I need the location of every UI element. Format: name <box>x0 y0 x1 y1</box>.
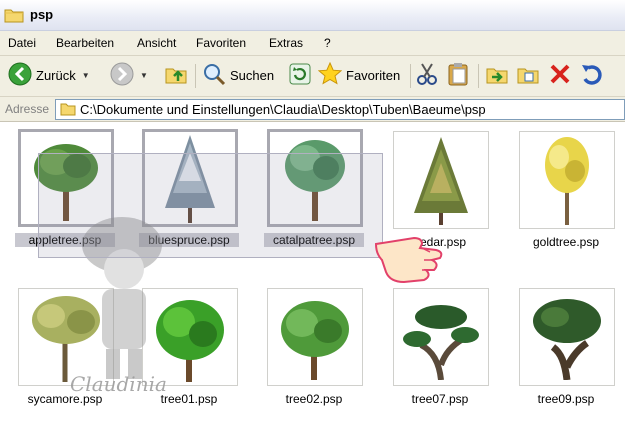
menu-favoriten[interactable]: Favoriten <box>196 36 246 50</box>
undo-icon <box>580 62 604 89</box>
paste-button[interactable] <box>447 60 469 90</box>
menu-ansicht[interactable]: Ansicht <box>137 36 176 50</box>
up-folder-icon <box>164 62 188 89</box>
undo-button[interactable] <box>580 60 604 90</box>
up-folder-button[interactable] <box>164 60 188 90</box>
chevron-down-icon[interactable]: ▼ <box>140 71 148 80</box>
menu-datei[interactable]: Datei <box>8 36 36 50</box>
delete-x-icon <box>549 63 571 88</box>
chevron-down-icon[interactable]: ▼ <box>82 71 90 80</box>
search-icon <box>202 62 226 89</box>
move-to-folder-icon <box>485 62 509 89</box>
move-to-button[interactable] <box>485 60 509 90</box>
folder-icon <box>60 102 76 119</box>
file-name: tree09.psp <box>537 392 595 406</box>
menu-bar: Datei Bearbeiten Ansicht Favoriten Extra… <box>0 31 625 56</box>
copy-to-folder-icon <box>516 62 540 89</box>
file-name: tree02.psp <box>285 392 343 406</box>
address-input[interactable]: C:\Dokumente und Einstellungen\Claudia\D… <box>55 99 625 120</box>
address-bar: Adresse C:\Dokumente und Einstellungen\C… <box>0 97 625 122</box>
folder-icon <box>4 7 24 26</box>
window-title: psp <box>30 7 54 22</box>
toolbar-separator <box>478 64 479 88</box>
thumbnail-image <box>519 288 615 386</box>
thumbnail-image <box>393 131 489 229</box>
cut-button[interactable] <box>416 60 438 90</box>
scissors-icon <box>416 62 438 89</box>
file-name: tree07.psp <box>411 392 469 406</box>
toolbar: Zurück ▼ ▼ Suchen Favoriten <box>0 56 625 97</box>
back-arrow-icon <box>8 62 32 89</box>
selection-rectangle <box>38 153 383 258</box>
back-label: Zurück <box>36 67 76 83</box>
menu-help[interactable]: ? <box>324 36 331 50</box>
search-button[interactable]: Suchen <box>202 60 274 90</box>
star-icon <box>317 61 343 89</box>
address-path: C:\Dokumente und Einstellungen\Claudia\D… <box>80 102 486 117</box>
address-label: Adresse <box>5 102 50 116</box>
thumbnail-image <box>393 288 489 386</box>
toolbar-separator <box>410 64 411 88</box>
refresh-button[interactable] <box>289 60 311 90</box>
watermark-text: Claudinia <box>70 372 167 396</box>
pointing-hand-icon <box>370 226 450 289</box>
delete-button[interactable] <box>549 60 571 90</box>
favorites-button[interactable]: Favoriten <box>317 60 401 90</box>
file-item-goldtree[interactable]: goldtree.psp <box>516 131 616 255</box>
thumbnail-image <box>519 131 615 229</box>
title-bar: psp <box>0 0 625 31</box>
thumbnail-image <box>267 288 363 386</box>
search-label: Suchen <box>230 67 275 83</box>
clipboard-icon <box>447 62 469 89</box>
forward-arrow-icon <box>110 62 134 89</box>
file-name: goldtree.psp <box>532 235 600 249</box>
forward-button[interactable]: ▼ <box>110 60 148 90</box>
favorites-label: Favoriten <box>346 67 401 83</box>
file-item-tree09[interactable]: tree09.psp <box>516 288 616 412</box>
file-item-tree02[interactable]: tree02.psp <box>264 288 364 412</box>
copy-to-button[interactable] <box>516 60 540 90</box>
refresh-icon <box>289 63 311 88</box>
menu-extras[interactable]: Extras <box>269 36 303 50</box>
menu-bearbeiten[interactable]: Bearbeiten <box>56 36 114 50</box>
file-item-tree07[interactable]: tree07.psp <box>390 288 490 412</box>
back-button[interactable]: Zurück ▼ <box>8 60 90 90</box>
toolbar-separator <box>195 64 196 88</box>
